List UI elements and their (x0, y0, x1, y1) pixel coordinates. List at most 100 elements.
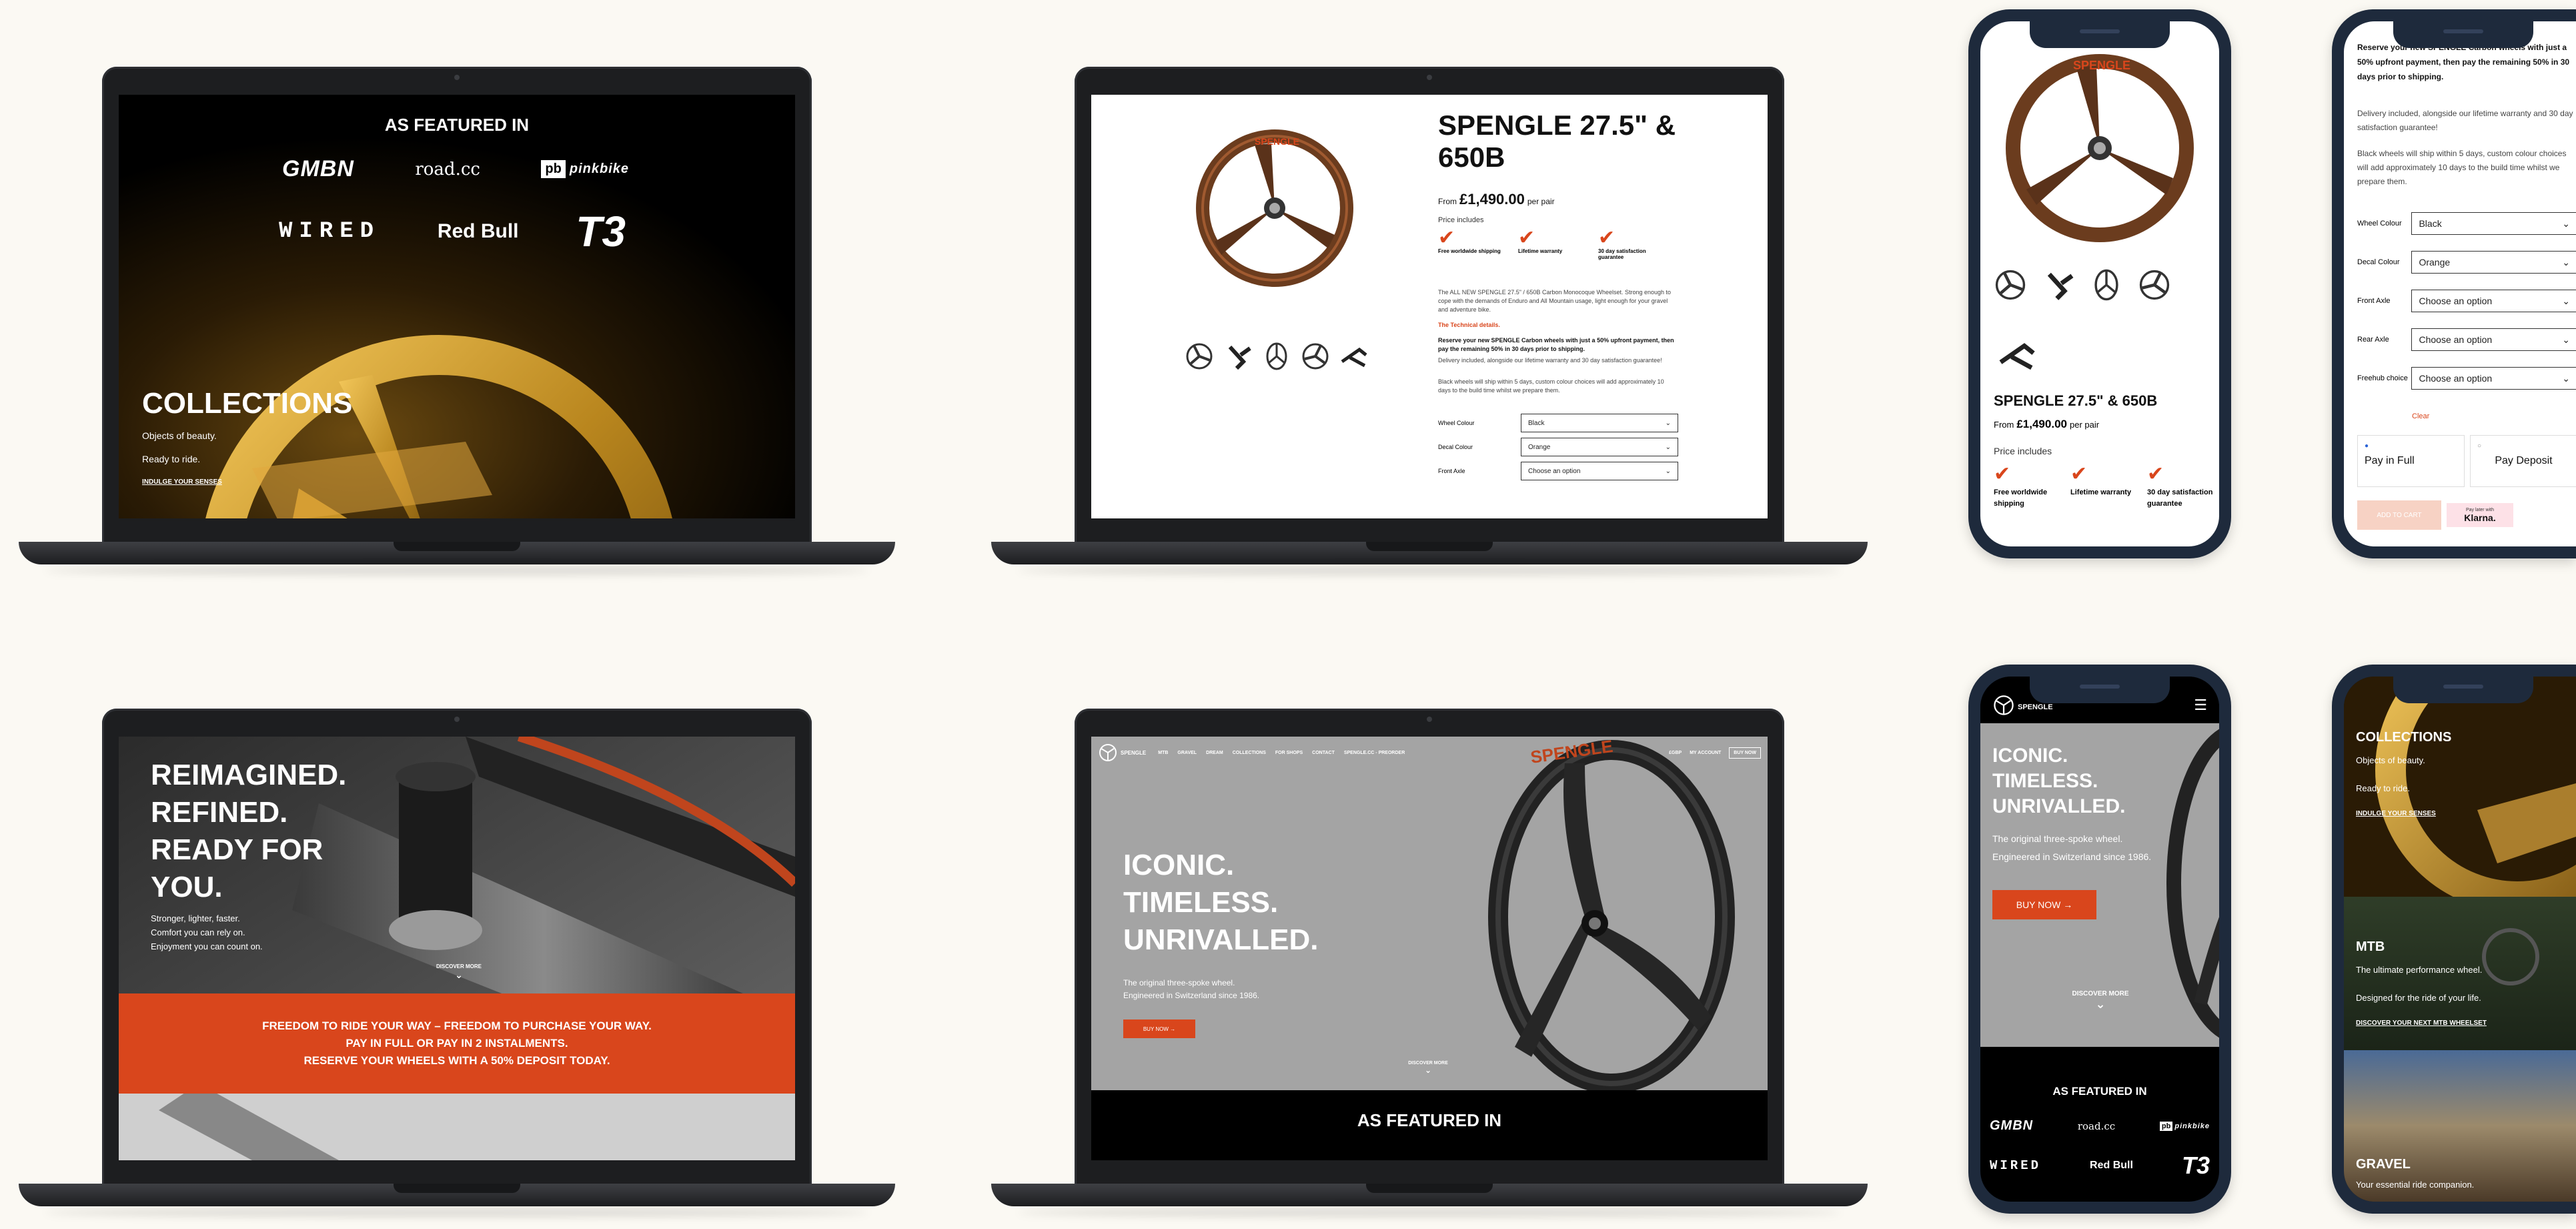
thumb-wheel-3[interactable] (1301, 342, 1330, 371)
thumb-wheel-1[interactable] (1185, 342, 1214, 371)
klarna-badge[interactable]: Pay later with Klarna. (2447, 503, 2513, 527)
clear-link[interactable]: Clear (2412, 412, 2429, 420)
thumb-hub[interactable] (2042, 268, 2075, 302)
spengle-logo-icon[interactable] (1098, 743, 1118, 762)
delivery-text: Delivery included, alongside our lifetim… (1438, 357, 1662, 364)
black-wheels-text: Black wheels will ship within 5 days, cu… (2357, 149, 2567, 186)
pinkbike-logo: pb pinkbike (2159, 1121, 2210, 1131)
hero-headline: ICONIC. TIMELESS. UNRIVALLED. (1123, 849, 1319, 956)
product-wheel-image: SPENGLE (1196, 129, 1353, 287)
price-includes-label: Price includes (1438, 216, 1484, 224)
laptop-shadow (1018, 1208, 1841, 1217)
screen: AS FEATURED IN GMBN road.cc pb pinkbike W… (119, 95, 795, 518)
technical-details-link[interactable]: The Technical details. (1438, 322, 1500, 328)
buy-now-button[interactable]: BUY NOW → (1123, 1019, 1195, 1038)
logo-row-2: WIRED Red Bull T3 (279, 207, 626, 256)
phone-product-top: SPENGLE SPENGLE 27.5" & 650B From £1,490.… (1968, 9, 2231, 558)
thumb-wheel-1[interactable] (1994, 268, 2027, 302)
chevron-down-icon: ⌄ (2562, 218, 2570, 229)
laptop-notch (1366, 542, 1493, 551)
camera (1427, 717, 1432, 722)
gmbn-logo: GMBN (1990, 1118, 2034, 1133)
buy-now-button[interactable]: BUY NOW → (1992, 890, 2096, 919)
nav-link[interactable]: COLLECTIONS (1233, 751, 1266, 755)
hero-headline: ICONIC. TIMELESS. UNRIVALLED. (1992, 745, 2126, 817)
phone-notch (2393, 677, 2533, 703)
feature-checks: ✔ Free worldwide shipping ✔ Lifetime warra… (1994, 463, 2213, 508)
freehub-select[interactable]: Choose an option ⌄ (2411, 367, 2576, 390)
phone-home: SPENGLE ☰ ICONIC. TIMELESS. UNRIVALLED. Th… (1968, 665, 2231, 1214)
thumb-wheel-2[interactable] (1262, 342, 1291, 371)
mobile-hero: ICONIC. TIMELESS. UNRIVALLED. The original… (1980, 723, 2219, 1047)
screen: SPENGLE SPENGLE MTB GRAVEL DREAM COLLECT… (1091, 737, 1768, 1160)
front-axle-select[interactable]: Choose an option ⌄ (2411, 290, 2576, 312)
hero-wheel-image (2166, 729, 2219, 1038)
laptop-notch (394, 542, 520, 551)
thumb-wheel-3[interactable] (2138, 268, 2171, 302)
mtb-line2: Designed for the ride of your life. (2356, 993, 2481, 1003)
wheel-colour-select[interactable]: Black ⌄ (2411, 212, 2576, 235)
phone-notch (2030, 21, 2170, 48)
nav-link[interactable]: FOR SHOPS (1275, 751, 1303, 755)
wheel-colour-select[interactable]: Black ⌄ (1521, 414, 1678, 432)
check-icon: ✔ (2147, 463, 2164, 485)
rear-axle-select[interactable]: Choose an option ⌄ (2411, 328, 2576, 351)
pay-in-full-option[interactable]: ● Pay in Full (2357, 435, 2465, 487)
nav-brand[interactable]: SPENGLE (1121, 750, 1146, 756)
roadcc-logo: road.cc (2077, 1120, 2116, 1132)
nav-link[interactable]: SPENGLE.CC - PREORDER (1344, 751, 1405, 755)
check-icon: ✔ (2070, 463, 2088, 485)
hero-sub: The original three-spoke wheel. Engineere… (1123, 978, 1260, 1000)
nav-link[interactable]: CONTACT (1312, 751, 1335, 755)
collections-title: COLLECTIONS (2356, 730, 2452, 745)
hamburger-menu-icon[interactable]: ☰ (2194, 697, 2207, 714)
collections-line2: Ready to ride. (2356, 783, 2410, 793)
product-title: SPENGLE 27.5" & 650B (1994, 392, 2158, 409)
t3-logo: T3 (576, 208, 626, 256)
chevron-down-icon: ⌄ (455, 969, 463, 980)
nav-right: £GBP MY ACCOUNT BUY NOW (1669, 747, 1761, 759)
thumb-detail[interactable] (1994, 335, 2040, 375)
mtb-title: MTB (2356, 939, 2385, 954)
collections-line1: Objects of beauty. (142, 430, 217, 441)
chevron-down-icon: ⌄ (2562, 256, 2570, 268)
radio-selected-icon: ● (2365, 442, 2369, 450)
front-axle-select[interactable]: Choose an option ⌄ (1521, 462, 1678, 480)
mobile-brand: SPENGLE (2018, 703, 2053, 711)
thumb-wheel-2[interactable] (2090, 268, 2123, 302)
chevron-down-icon: ⌄ (1665, 467, 1671, 475)
spengle-logo-icon[interactable] (1992, 694, 2015, 717)
featured-heading: AS FEATURED IN (384, 115, 530, 135)
nav-link[interactable]: MTB (1158, 751, 1168, 755)
discover-more-link[interactable]: DISCOVER MORE ⌄ (426, 963, 492, 981)
laptop-notch (394, 1184, 520, 1193)
check-icon: ✔ (1438, 227, 1455, 249)
buy-now-nav-button[interactable]: BUY NOW (1729, 747, 1761, 759)
collections-cta[interactable]: INDULGE YOUR SENSES (2356, 810, 2436, 817)
nav-link[interactable]: GRAVEL (1177, 751, 1197, 755)
product-options: Wheel Colour Black ⌄ Decal Colour Orange ⌄ F… (1438, 414, 1678, 480)
chevron-down-icon: ⌄ (2562, 334, 2570, 345)
decal-colour-select[interactable]: Orange ⌄ (1521, 438, 1678, 456)
discover-more-link[interactable]: DISCOVER MORE ⌄ (2060, 990, 2140, 1011)
currency-selector[interactable]: £GBP (1669, 751, 1682, 755)
pay-deposit-option[interactable]: ○ Pay Deposit (2470, 435, 2576, 487)
promo-headline: REIMAGINED. REFINED. READY FOR YOU. (151, 759, 347, 903)
my-account-link[interactable]: MY ACCOUNT (1690, 751, 1721, 755)
top-nav: SPENGLE MTB GRAVEL DREAM COLLECTIONS FOR… (1098, 743, 1761, 762)
phone-product-options: Reserve your new SPENGLE Carbon wheels w… (2332, 9, 2576, 558)
product-title: SPENGLE 27.5" & 650B (1438, 109, 1676, 173)
add-to-cart-button[interactable]: ADD TO CART (2357, 500, 2441, 530)
mtb-cta[interactable]: DISCOVER YOUR NEXT MTB WHEELSET (2356, 1019, 2487, 1027)
hero-wheel-image: SPENGLE (1488, 737, 1735, 1094)
thumb-hub[interactable] (1223, 342, 1253, 371)
nav-link[interactable]: DREAM (1206, 751, 1223, 755)
thumb-detail[interactable] (1339, 342, 1369, 371)
collections-cta[interactable]: INDULGE YOUR SENSES (142, 478, 222, 486)
screen: REIMAGINED. REFINED. READY FOR YOU. Stronge… (119, 737, 795, 1160)
logo-row-2: WIRED Red Bull T3 (1990, 1152, 2210, 1180)
chevron-down-icon: ⌄ (2095, 997, 2106, 1011)
redbull-logo: Red Bull (437, 220, 519, 242)
discover-more-link[interactable]: DISCOVER MORE ⌄ (1395, 1061, 1461, 1075)
decal-colour-select[interactable]: Orange ⌄ (2411, 251, 2576, 274)
